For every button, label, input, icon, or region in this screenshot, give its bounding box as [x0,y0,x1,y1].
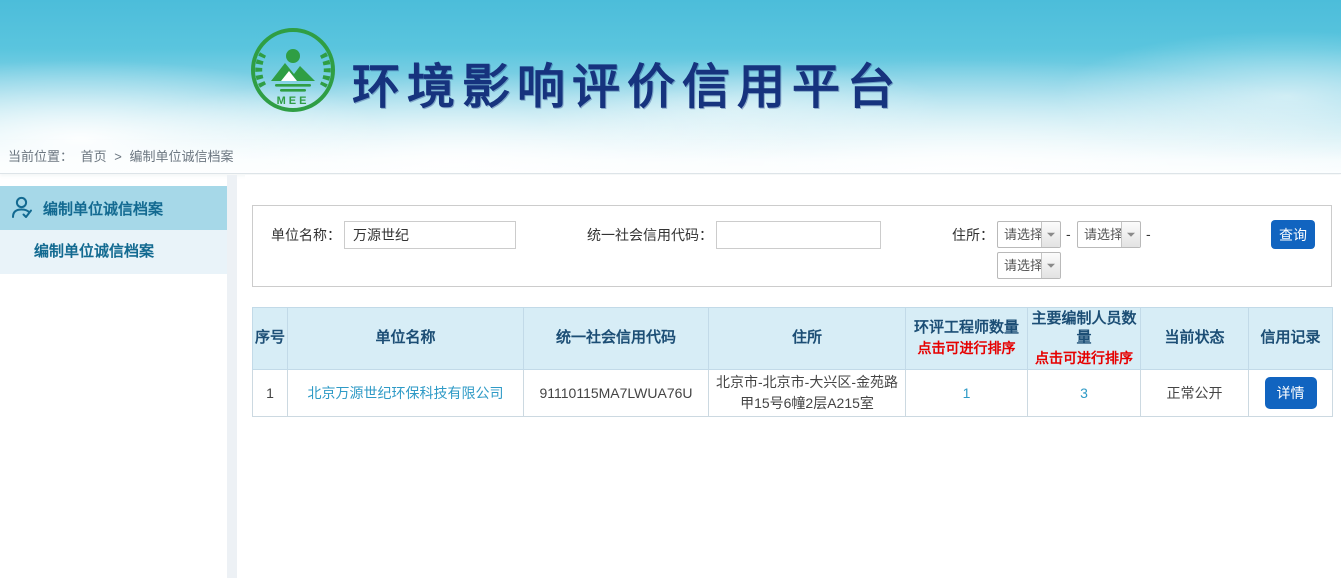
sidebar-divider [227,175,237,578]
user-check-icon [9,195,35,221]
mee-logo-icon: MEE [249,26,337,114]
header-staff-count-sortable[interactable]: 主要编制人员数量 点击可进行排序 [1028,308,1141,370]
address-label: 住所： [911,221,994,249]
sidebar-item-label: 编制单位诚信档案 [43,198,163,219]
address-value: 北京市-北京市-大兴区-金苑路甲15号6幢2层A215室 [709,370,906,417]
header-status: 当前状态 [1141,308,1249,370]
credit-code-value: 91110115MA7LWUA76U [524,370,709,417]
status-value: 正常公开 [1141,370,1249,417]
province-select-value: 请选择 [998,222,1041,247]
breadcrumb: 当前位置： 首页 > 编制单位诚信档案 [0,140,1341,174]
search-panel: 单位名称： 统一社会信用代码： 住所： 请选择 - 请选择 - 请选择 查询 [252,205,1332,287]
address-separator: - [1146,221,1151,248]
header-staff-count-label: 主要编制人员数量 [1031,310,1136,346]
address-district-select[interactable]: 请选择 [997,252,1061,279]
company-name-input[interactable] [344,221,516,249]
page-title: 环境影响评价信用平台 [352,47,902,117]
company-name-label: 单位名称： [253,221,341,249]
header-credit-record: 信用记录 [1249,308,1333,370]
chevron-down-icon[interactable] [1041,253,1060,278]
address-separator: - [1066,221,1071,248]
address-province-select[interactable]: 请选择 [997,221,1061,248]
breadcrumb-current: 编制单位诚信档案 [130,149,234,164]
district-select-value: 请选择 [998,253,1041,278]
breadcrumb-separator: > [114,149,122,164]
sidebar-item-credit-archive[interactable]: 编制单位诚信档案 [0,186,227,230]
header-index: 序号 [253,308,288,370]
page: MEE 环境影响评价信用平台 当前位置： 首页 > 编制单位诚信档案 编制单位诚… [0,0,1341,578]
chevron-down-icon[interactable] [1041,222,1060,247]
row-index: 1 [253,370,288,417]
header-credit-code: 统一社会信用代码 [524,308,709,370]
header-engineer-count-label: 环评工程师数量 [914,319,1019,336]
engineer-count-link[interactable]: 1 [963,385,971,401]
address-city-select[interactable]: 请选择 [1077,221,1141,248]
company-link[interactable]: 北京万源世纪环保科技有限公司 [308,385,504,401]
credit-code-input[interactable] [716,221,881,249]
sort-hint: 点击可进行排序 [908,340,1025,358]
header-company: 单位名称 [288,308,524,370]
breadcrumb-label: 当前位置： [8,149,73,164]
table-row: 1 北京万源世纪环保科技有限公司 91110115MA7LWUA76U 北京市-… [253,370,1333,417]
main-content: 单位名称： 统一社会信用代码： 住所： 请选择 - 请选择 - 请选择 查询 [245,175,1341,578]
header-address: 住所 [709,308,906,370]
logo-text: MEE [277,95,310,107]
breadcrumb-home-link[interactable]: 首页 [81,149,107,164]
results-table: 序号 单位名称 统一社会信用代码 住所 环评工程师数量 点击可进行排序 主要编制… [252,307,1333,417]
staff-count-link[interactable]: 3 [1080,385,1088,401]
header-engineer-count-sortable[interactable]: 环评工程师数量 点击可进行排序 [906,308,1028,370]
detail-button[interactable]: 详情 [1265,377,1317,409]
credit-code-label: 统一社会信用代码： [571,221,713,249]
sort-hint: 点击可进行排序 [1030,350,1138,368]
city-select-value: 请选择 [1078,222,1121,247]
sidebar-subitem-credit-archive[interactable]: 编制单位诚信档案 [0,230,227,274]
query-button[interactable]: 查询 [1271,220,1315,249]
table-header-row: 序号 单位名称 统一社会信用代码 住所 环评工程师数量 点击可进行排序 主要编制… [253,308,1333,370]
chevron-down-icon[interactable] [1121,222,1140,247]
